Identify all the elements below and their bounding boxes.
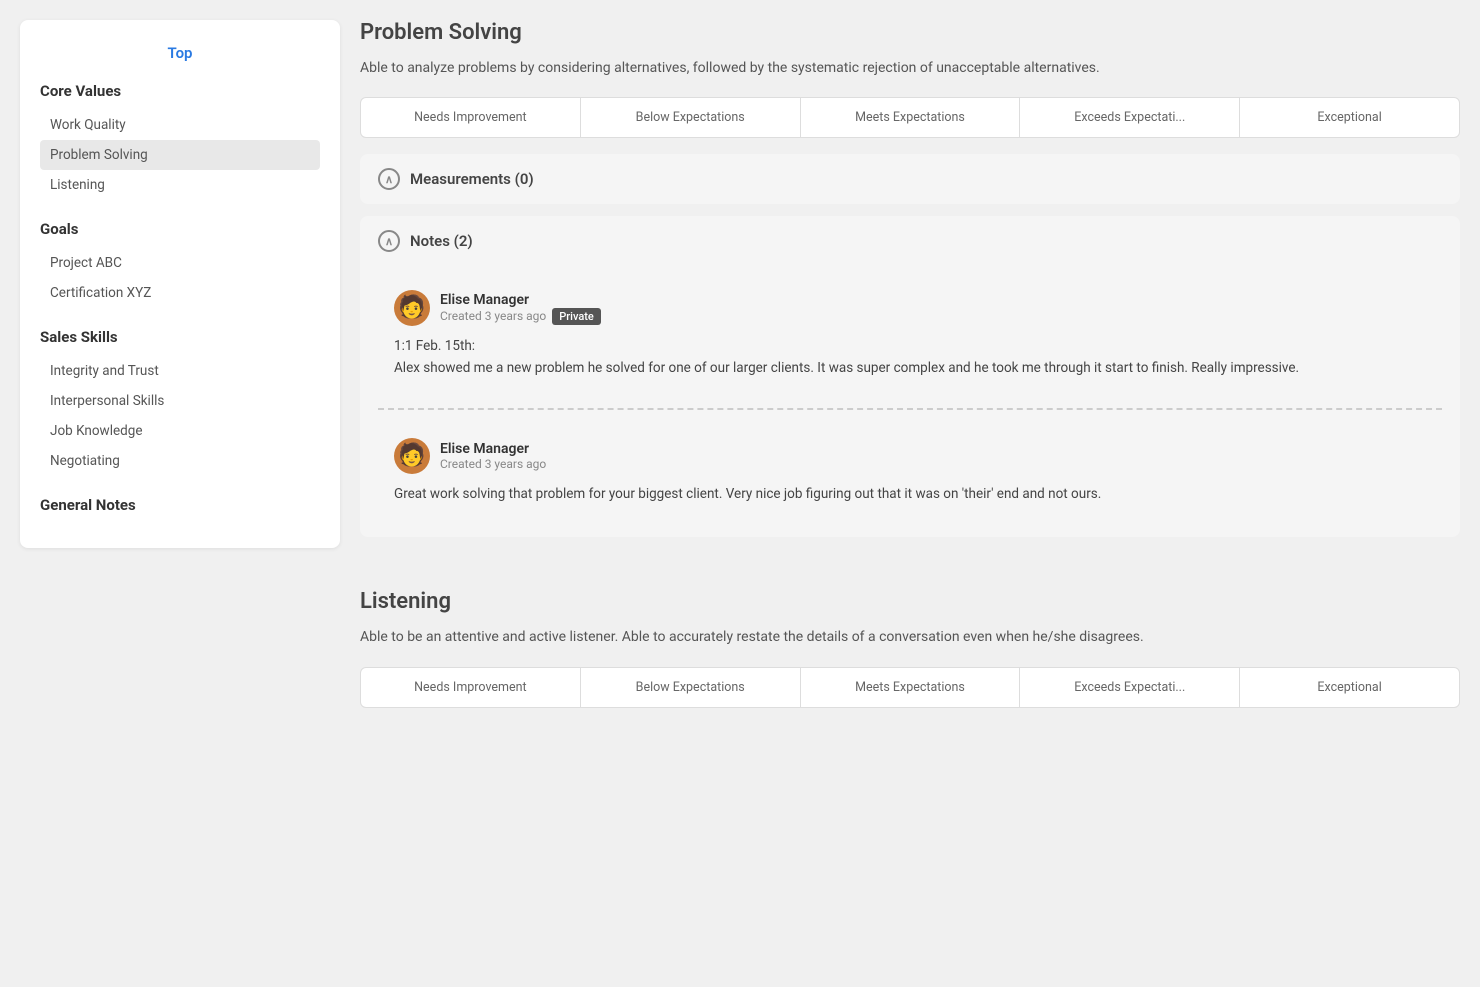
note-1-text: 1:1 Feb. 15th: Alex showed me a new prob… (394, 336, 1426, 379)
note-1-header: 🧑 Elise Manager Created 3 years ago Priv… (394, 290, 1426, 326)
note-1-avatar-emoji: 🧑 (398, 297, 425, 319)
sidebar-item-listening[interactable]: Listening (40, 170, 320, 200)
sidebar-item-certification-xyz[interactable]: Certification XYZ (40, 278, 320, 308)
main-content: Problem Solving Able to analyze problems… (360, 20, 1460, 967)
listening-rating-exceeds-expectations[interactable]: Exceeds Expectati... (1020, 668, 1240, 707)
measurements-section: ∧ Measurements (0) (360, 154, 1460, 204)
listening-rating-below-expectations[interactable]: Below Expectations (581, 668, 801, 707)
notes-section: ∧ Notes (2) 🧑 Elise Manager (360, 216, 1460, 537)
problem-solving-description: Able to analyze problems by considering … (360, 57, 1460, 79)
note-1-created: Created 3 years ago Private (440, 308, 601, 325)
note-2-text: Great work solving that problem for your… (394, 484, 1426, 506)
rating-needs-improvement[interactable]: Needs Improvement (361, 98, 581, 137)
note-2-author: Elise Manager (440, 441, 546, 457)
listening-rating-exceptional[interactable]: Exceptional (1240, 668, 1459, 707)
listening-rating-needs-improvement[interactable]: Needs Improvement (361, 668, 581, 707)
sidebar-item-work-quality[interactable]: Work Quality (40, 110, 320, 140)
note-1-avatar: 🧑 (394, 290, 430, 326)
problem-solving-title: Problem Solving (360, 20, 1460, 45)
sidebar-section-goals: Goals (40, 220, 320, 238)
note-2-meta: Elise Manager Created 3 years ago (440, 441, 546, 471)
sidebar-item-project-abc[interactable]: Project ABC (40, 248, 320, 278)
notes-header[interactable]: ∧ Notes (2) (360, 216, 1460, 266)
note-divider (378, 408, 1442, 410)
sidebar-top-label: Top (40, 44, 320, 62)
note-1-private-badge: Private (552, 308, 601, 325)
note-2-avatar-emoji: 🧑 (398, 445, 425, 467)
problem-solving-rating-bar: Needs Improvement Below Expectations Mee… (360, 97, 1460, 138)
notes-label: Notes (2) (410, 232, 473, 250)
sidebar-item-integrity-and-trust[interactable]: Integrity and Trust (40, 356, 320, 386)
note-entry-1: 🧑 Elise Manager Created 3 years ago Priv… (378, 276, 1442, 393)
note-2-created: Created 3 years ago (440, 457, 546, 471)
rating-exceeds-expectations[interactable]: Exceeds Expectati... (1020, 98, 1240, 137)
measurements-header[interactable]: ∧ Measurements (0) (360, 154, 1460, 204)
sidebar-card: Top Core Values Work Quality Problem Sol… (20, 20, 340, 548)
note-entry-2: 🧑 Elise Manager Created 3 years ago Grea… (378, 424, 1442, 520)
sidebar-section-core-values: Core Values (40, 82, 320, 100)
sidebar-item-job-knowledge[interactable]: Job Knowledge (40, 416, 320, 446)
note-1-author: Elise Manager (440, 292, 601, 308)
measurements-chevron-icon: ∧ (378, 168, 400, 190)
sidebar: Top Core Values Work Quality Problem Sol… (20, 20, 340, 967)
problem-solving-section: Problem Solving Able to analyze problems… (360, 20, 1460, 549)
listening-rating-meets-expectations[interactable]: Meets Expectations (801, 668, 1021, 707)
sidebar-item-problem-solving[interactable]: Problem Solving (40, 140, 320, 170)
rating-meets-expectations[interactable]: Meets Expectations (801, 98, 1021, 137)
measurements-label: Measurements (0) (410, 170, 534, 188)
notes-body: 🧑 Elise Manager Created 3 years ago Priv… (360, 266, 1460, 537)
listening-title: Listening (360, 589, 1460, 614)
sidebar-section-sales-skills: Sales Skills (40, 328, 320, 346)
note-2-header: 🧑 Elise Manager Created 3 years ago (394, 438, 1426, 474)
note-2-avatar: 🧑 (394, 438, 430, 474)
sidebar-item-negotiating[interactable]: Negotiating (40, 446, 320, 476)
notes-chevron-icon: ∧ (378, 230, 400, 252)
note-1-meta: Elise Manager Created 3 years ago Privat… (440, 292, 601, 325)
rating-exceptional[interactable]: Exceptional (1240, 98, 1459, 137)
listening-section: Listening Able to be an attentive and ac… (360, 589, 1460, 723)
rating-below-expectations[interactable]: Below Expectations (581, 98, 801, 137)
listening-description: Able to be an attentive and active liste… (360, 626, 1460, 648)
listening-rating-bar: Needs Improvement Below Expectations Mee… (360, 667, 1460, 708)
sidebar-section-general-notes: General Notes (40, 496, 320, 514)
sidebar-item-interpersonal-skills[interactable]: Interpersonal Skills (40, 386, 320, 416)
